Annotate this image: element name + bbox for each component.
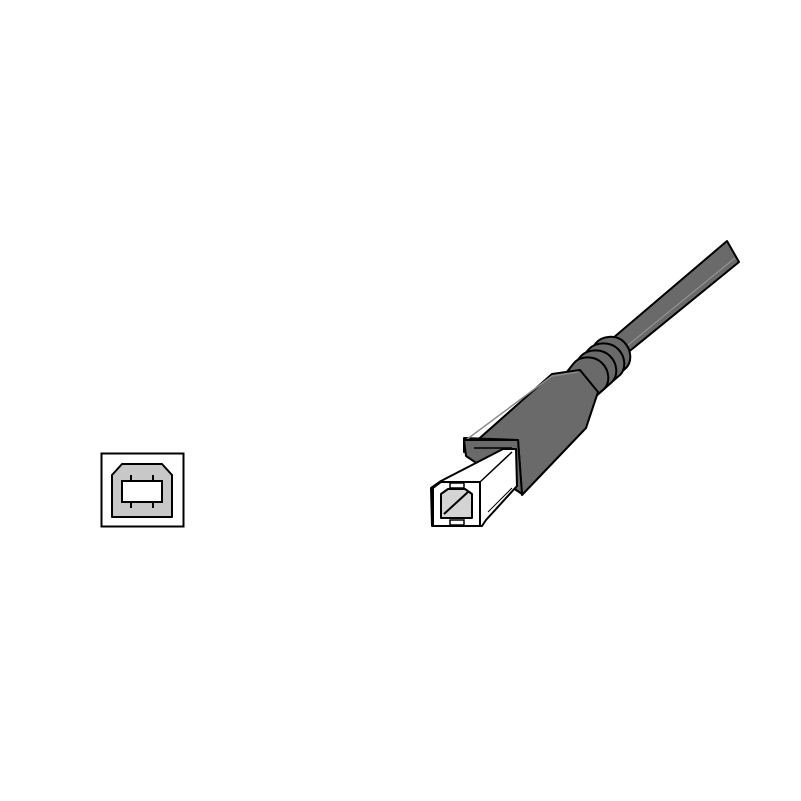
usb-b-cable-plug-icon (430, 240, 740, 527)
usb-b-illustration (100, 240, 740, 528)
cable (605, 240, 740, 355)
connector-notch (449, 519, 465, 526)
cable-highlight (621, 257, 736, 351)
usb-b-port-icon (100, 452, 185, 528)
port-tongue (121, 480, 163, 503)
connector-notch (449, 482, 465, 489)
